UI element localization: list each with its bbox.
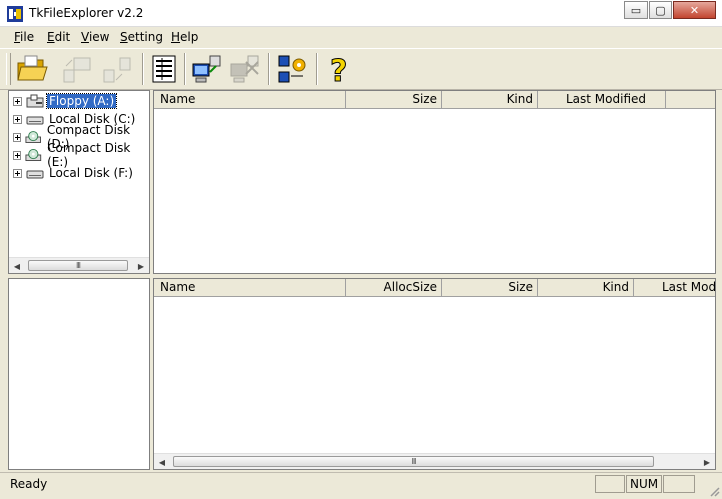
disconnect-network-drive-button[interactable] [228,52,262,86]
copy-button[interactable] [60,52,94,86]
hard-disk-icon [26,116,44,125]
tree-item-label: Local Disk (F:) [49,166,133,180]
maximize-icon: ▢ [655,3,666,17]
file-list[interactable]: Name Size Kind Last Modified [153,90,716,274]
column-header-last-modified[interactable]: Last Modified [634,279,715,297]
details-view-icon [152,55,176,83]
scroll-right-arrow[interactable]: ▶ [133,258,149,273]
minimize-button[interactable]: ▭ [624,1,648,19]
scroll-thumb[interactable]: III [173,456,654,467]
column-header-kind[interactable]: Kind [538,279,634,297]
column-header-filler [666,91,715,109]
scroll-left-arrow[interactable]: ◀ [154,454,170,469]
tree-item-compact-disk-e[interactable]: Compact Disk (E:) [13,141,149,169]
column-header-kind[interactable]: Kind [442,91,538,109]
detail-horizontal-scrollbar[interactable]: ◀ III ▶ [154,453,715,469]
network-disconnect-icon [230,55,259,83]
menu-bar: File Edit View Setting Help [0,28,722,48]
move-button[interactable] [100,52,134,86]
drive-tree[interactable]: Floppy (A:) Local Disk (C:) Compact Disk… [8,90,150,274]
info-pane [8,278,150,470]
menu-file[interactable]: File [14,30,34,44]
toolbar-separator [316,53,318,85]
menu-help[interactable]: Help [171,30,198,44]
move-files-icon [103,57,131,83]
menu-view[interactable]: View [81,30,109,44]
svg-text:?: ? [330,54,347,86]
maximize-button[interactable]: ▢ [649,1,672,19]
toolbar-grip[interactable] [6,53,11,85]
network-connect-icon [192,55,221,83]
status-bar: Ready NUM [0,472,722,499]
column-header-size[interactable]: Size [346,91,442,109]
tree-item-local-disk-f[interactable]: Local Disk (F:) [13,165,135,181]
expand-icon[interactable] [13,150,22,160]
minimize-icon: ▭ [630,3,642,17]
menu-edit[interactable]: Edit [47,30,70,44]
network-settings-icon [278,55,306,83]
resize-grip-icon[interactable] [708,485,720,497]
scroll-left-arrow[interactable]: ◀ [9,258,25,273]
scroll-thumb[interactable]: III [28,260,128,271]
question-mark-icon: ? [330,54,348,90]
open-folder-icon [17,55,48,81]
menu-setting[interactable]: Setting [120,30,163,44]
expand-icon[interactable] [13,96,22,106]
column-header-name[interactable]: Name [154,279,346,297]
map-network-drive-button[interactable] [190,52,224,86]
column-header-name[interactable]: Name [154,91,346,109]
toolbar-separator [184,53,186,85]
column-header-last-modified[interactable]: Last Modified [538,91,666,109]
app-window: TkFileExplorer v2.2 ▭ ▢ ✕ File Edit View… [0,0,722,499]
open-folder-button[interactable] [15,52,49,86]
column-header-alloc-size[interactable]: AllocSize [346,279,442,297]
window-title: TkFileExplorer v2.2 [29,6,144,20]
floppy-drive-icon [26,94,44,108]
app-icon [7,6,23,22]
toolbar-separator [268,53,270,85]
status-text: Ready [10,477,48,491]
tree-item-label: Floppy (A:) [45,93,118,109]
status-panel-caps [595,475,625,493]
scroll-right-arrow[interactable]: ▶ [699,454,715,469]
copy-computer-icon [63,57,91,83]
detail-list[interactable]: Name AllocSize Size Kind Last Modified ◀… [153,278,716,470]
close-button[interactable]: ✕ [673,1,716,19]
toolbar: ? [0,48,722,90]
cd-drive-icon [25,131,42,143]
status-panel-scroll [663,475,695,493]
title-bar[interactable]: TkFileExplorer v2.2 ▭ ▢ ✕ [0,0,722,27]
details-view-button[interactable] [148,52,182,86]
expand-icon[interactable] [13,114,22,124]
status-panel-num: NUM [626,475,662,493]
tree-item-floppy-a[interactable]: Floppy (A:) [13,93,118,109]
expand-icon[interactable] [13,132,22,142]
hard-disk-icon [26,170,44,179]
help-button[interactable]: ? [322,52,356,90]
tree-horizontal-scrollbar[interactable]: ◀ III ▶ [9,257,149,273]
settings-button[interactable] [275,52,309,86]
expand-icon[interactable] [13,168,22,178]
column-header-size[interactable]: Size [442,279,538,297]
cd-drive-icon [25,148,42,162]
toolbar-separator [142,53,144,85]
close-icon: ✕ [689,3,700,17]
